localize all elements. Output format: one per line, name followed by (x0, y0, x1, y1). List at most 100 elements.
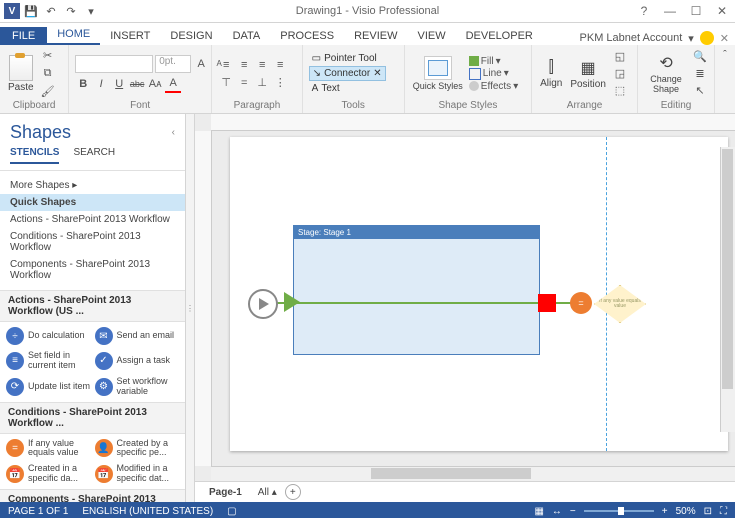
font-size-select[interactable]: 0pt. (155, 55, 191, 73)
redo-icon[interactable]: ↷ (62, 2, 80, 20)
layers-icon[interactable]: ≣ (692, 66, 708, 82)
font-color-button[interactable]: A (165, 75, 181, 93)
bold-button[interactable]: B (75, 76, 91, 92)
tab-insert[interactable]: INSERT (100, 27, 160, 45)
section-actions[interactable]: Actions - SharePoint 2013 Workflow (US .… (0, 290, 185, 322)
copy-icon[interactable]: ⧉ (40, 66, 56, 82)
group-icon[interactable]: ⬚ (612, 83, 628, 99)
h-scroll-thumb[interactable] (371, 468, 531, 479)
shape-set-field[interactable]: ≡Set field in current item (4, 348, 93, 374)
tab-search[interactable]: SEARCH (73, 147, 115, 164)
quick-styles-button[interactable]: Quick Styles (411, 54, 465, 93)
minimize-button[interactable]: — (657, 0, 683, 22)
account-dropdown-icon[interactable]: ▾ (688, 32, 694, 45)
stage-shape[interactable]: Stage: Stage 1 (293, 225, 540, 355)
close-tool-icon[interactable]: ✕ (373, 68, 381, 79)
strike-button[interactable]: abc (129, 76, 145, 92)
send-back-icon[interactable]: ◲ (612, 66, 628, 82)
qat-dropdown-icon[interactable]: ▾ (82, 2, 100, 20)
font-family-select[interactable] (75, 55, 153, 73)
v-scroll-thumb[interactable] (722, 149, 733, 389)
line-button[interactable]: Line▾ (469, 68, 518, 80)
fill-button[interactable]: Fill▾ (469, 56, 518, 67)
section-conditions[interactable]: Conditions - SharePoint 2013 Workflow ..… (0, 402, 185, 434)
restore-button[interactable]: ☐ (683, 0, 709, 22)
shape-if-value[interactable]: =If any value equals value (4, 436, 93, 462)
stencil-conditions[interactable]: Conditions - SharePoint 2013 Workflow (0, 228, 185, 256)
drawing-canvas[interactable]: Stage: Stage 1 = If any value equals val… (212, 131, 735, 466)
select-icon[interactable]: ↖ (692, 83, 708, 99)
save-icon[interactable]: 💾 (22, 2, 40, 20)
undo-icon[interactable]: ↶ (42, 2, 60, 20)
tab-developer[interactable]: DEVELOPER (456, 27, 543, 45)
zoom-out-button[interactable]: − (570, 506, 576, 517)
vertical-scrollbar[interactable] (720, 147, 735, 432)
help-icon[interactable]: ? (631, 0, 657, 22)
section-components[interactable]: Components - SharePoint 2013 Workflo... (0, 489, 185, 502)
underline-button[interactable]: U (111, 76, 127, 92)
pointer-tool[interactable]: ▭Pointer Tool (309, 52, 386, 65)
feedback-smiley-icon[interactable] (700, 31, 714, 45)
account-name[interactable]: PKM Labnet Account (580, 32, 683, 44)
start-shape[interactable] (248, 289, 278, 319)
fit-width-icon[interactable]: ↔ (552, 506, 562, 517)
position-button[interactable]: ▦Position (568, 56, 608, 92)
enter-arrow-icon[interactable] (284, 292, 300, 312)
connector-tool[interactable]: ↘Connector✕ (309, 66, 386, 81)
justify-icon[interactable]: ≡ (272, 57, 288, 73)
align-right-icon[interactable]: ≡ (254, 57, 270, 73)
tab-design[interactable]: DESIGN (160, 27, 222, 45)
tab-stencils[interactable]: STENCILS (10, 147, 59, 164)
page-indicator[interactable]: PAGE 1 OF 1 (8, 506, 68, 517)
macro-record-icon[interactable]: ▢ (227, 506, 236, 517)
presentation-mode-icon[interactable]: ▦ (534, 506, 543, 517)
find-icon[interactable]: 🔍 (692, 49, 708, 65)
language-indicator[interactable]: ENGLISH (UNITED STATES) (82, 506, 213, 517)
more-shapes[interactable]: More Shapes ▸ (0, 177, 185, 194)
all-pages[interactable]: All ▴ (258, 487, 277, 498)
shape-do-calculation[interactable]: ÷Do calculation (4, 324, 93, 348)
tab-view[interactable]: VIEW (407, 27, 455, 45)
tab-home[interactable]: HOME (47, 25, 100, 45)
cut-icon[interactable]: ✂ (40, 48, 56, 64)
shape-send-email[interactable]: ✉Send an email (93, 324, 182, 348)
shape-update-list[interactable]: ⟳Update list item (4, 374, 93, 400)
effects-button[interactable]: Effects▾ (469, 81, 518, 92)
grow-font-icon[interactable]: A (193, 56, 209, 72)
zoom-slider[interactable] (584, 510, 654, 512)
shape-assign-task[interactable]: ✓Assign a task (93, 348, 182, 374)
new-page-button[interactable]: + (285, 484, 301, 500)
shape-modified-date[interactable]: 📅Modified in a specific dat... (93, 461, 182, 487)
shape-created-date[interactable]: 📅Created in a specific da... (4, 461, 93, 487)
condition-drag-shape[interactable]: = (570, 292, 592, 314)
shape-created-by[interactable]: 👤Created by a specific pe... (93, 436, 182, 462)
bring-front-icon[interactable]: ◱ (612, 49, 628, 65)
italic-button[interactable]: I (93, 76, 109, 92)
align-center-icon[interactable]: ≡ (236, 57, 252, 73)
align-left-icon[interactable]: ≡ (218, 57, 234, 73)
align-middle-icon[interactable]: = (236, 75, 252, 91)
full-screen-icon[interactable]: ⛶ (720, 506, 727, 517)
vertical-guide[interactable] (606, 137, 607, 451)
stencil-actions[interactable]: Actions - SharePoint 2013 Workflow (0, 211, 185, 228)
page-tab-1[interactable]: Page-1 (201, 485, 250, 500)
connector-line[interactable] (266, 302, 576, 304)
panel-collapse-icon[interactable]: ‹ (172, 127, 175, 138)
condition-diamond[interactable]: If any value equals value (594, 285, 646, 323)
quick-shapes[interactable]: Quick Shapes (0, 194, 185, 211)
close-button[interactable]: ✕ (709, 0, 735, 22)
zoom-in-button[interactable]: + (662, 506, 668, 517)
format-painter-icon[interactable]: 🖌 (40, 84, 56, 100)
close-secondary-icon[interactable]: ✕ (720, 32, 729, 45)
panel-splitter[interactable]: ⋮ (186, 114, 195, 502)
paste-button[interactable]: Paste (6, 53, 36, 95)
font-size-steps-icon[interactable]: Aᴀ (147, 76, 163, 92)
align-top-icon[interactable]: ⊤ (218, 75, 234, 91)
fit-page-icon[interactable]: ⊡ (704, 506, 712, 517)
zoom-level[interactable]: 50% (676, 506, 696, 517)
align-bottom-icon[interactable]: ⊥ (254, 75, 270, 91)
tab-process[interactable]: PROCESS (270, 27, 344, 45)
tab-data[interactable]: DATA (223, 27, 271, 45)
collapse-ribbon-icon[interactable]: ˆ (717, 47, 733, 63)
tab-review[interactable]: REVIEW (344, 27, 407, 45)
